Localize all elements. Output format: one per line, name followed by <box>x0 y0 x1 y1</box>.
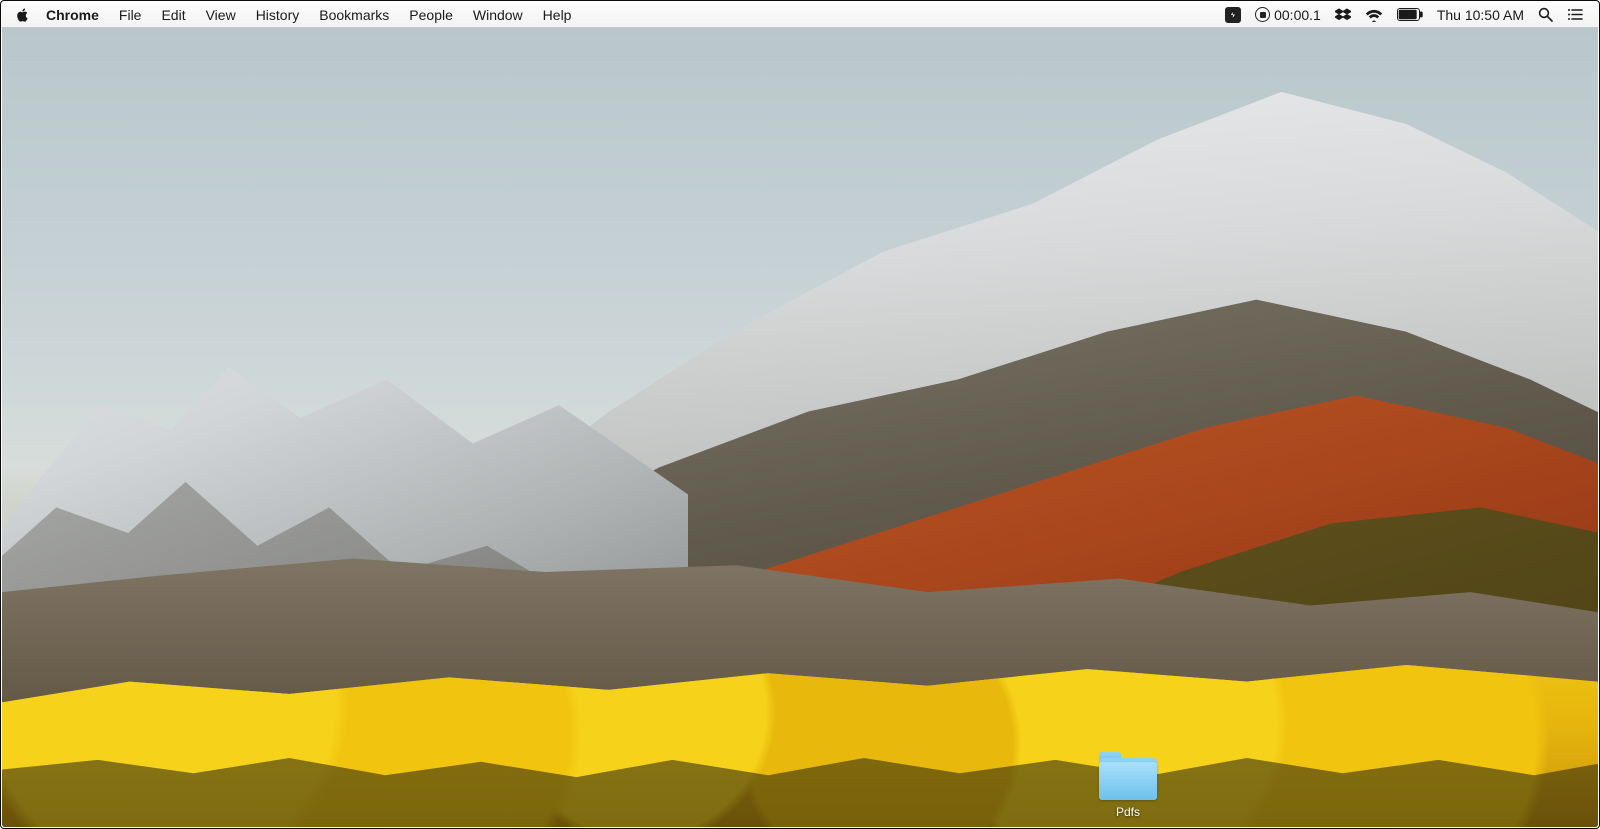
desktop-wallpaper[interactable]: Pdfs <box>2 28 1598 827</box>
menubar-right: 00:00.1 Thu 10:50 AM <box>1218 2 1590 27</box>
menu-people[interactable]: People <box>399 2 463 28</box>
folder-icon <box>1096 752 1160 800</box>
folder-label: Pdfs <box>1112 804 1144 820</box>
menu-file[interactable]: File <box>109 2 152 28</box>
recording-stop-button[interactable]: 00:00.1 <box>1248 2 1328 28</box>
menu-history[interactable]: History <box>246 2 310 28</box>
notification-center-icon[interactable] <box>1560 8 1590 21</box>
screen-recording-indicator[interactable] <box>1218 7 1248 23</box>
stop-icon <box>1255 7 1270 22</box>
bolt-icon <box>1225 7 1241 23</box>
menu-help[interactable]: Help <box>533 2 582 28</box>
wifi-menu-icon[interactable] <box>1358 8 1390 22</box>
recording-timer: 00:00.1 <box>1274 2 1321 28</box>
menubar-left: Chrome File Edit View History Bookmarks … <box>16 2 581 27</box>
menu-bookmarks[interactable]: Bookmarks <box>309 2 399 28</box>
battery-menu-icon[interactable] <box>1390 8 1430 21</box>
screen-inner: Chrome File Edit View History Bookmarks … <box>2 2 1598 827</box>
clock[interactable]: Thu 10:50 AM <box>1430 2 1531 28</box>
dropbox-menu-icon[interactable] <box>1328 7 1358 23</box>
spotlight-search-icon[interactable] <box>1531 7 1560 22</box>
menu-view[interactable]: View <box>196 2 246 28</box>
apple-menu-icon[interactable] <box>16 8 30 22</box>
desktop-folder-pdfs[interactable]: Pdfs <box>1088 752 1168 821</box>
menubar-app-name[interactable]: Chrome <box>36 2 109 28</box>
menubar: Chrome File Edit View History Bookmarks … <box>2 2 1598 28</box>
menu-window[interactable]: Window <box>463 2 533 28</box>
screen-frame: Chrome File Edit View History Bookmarks … <box>0 0 1600 829</box>
menu-edit[interactable]: Edit <box>151 2 195 28</box>
